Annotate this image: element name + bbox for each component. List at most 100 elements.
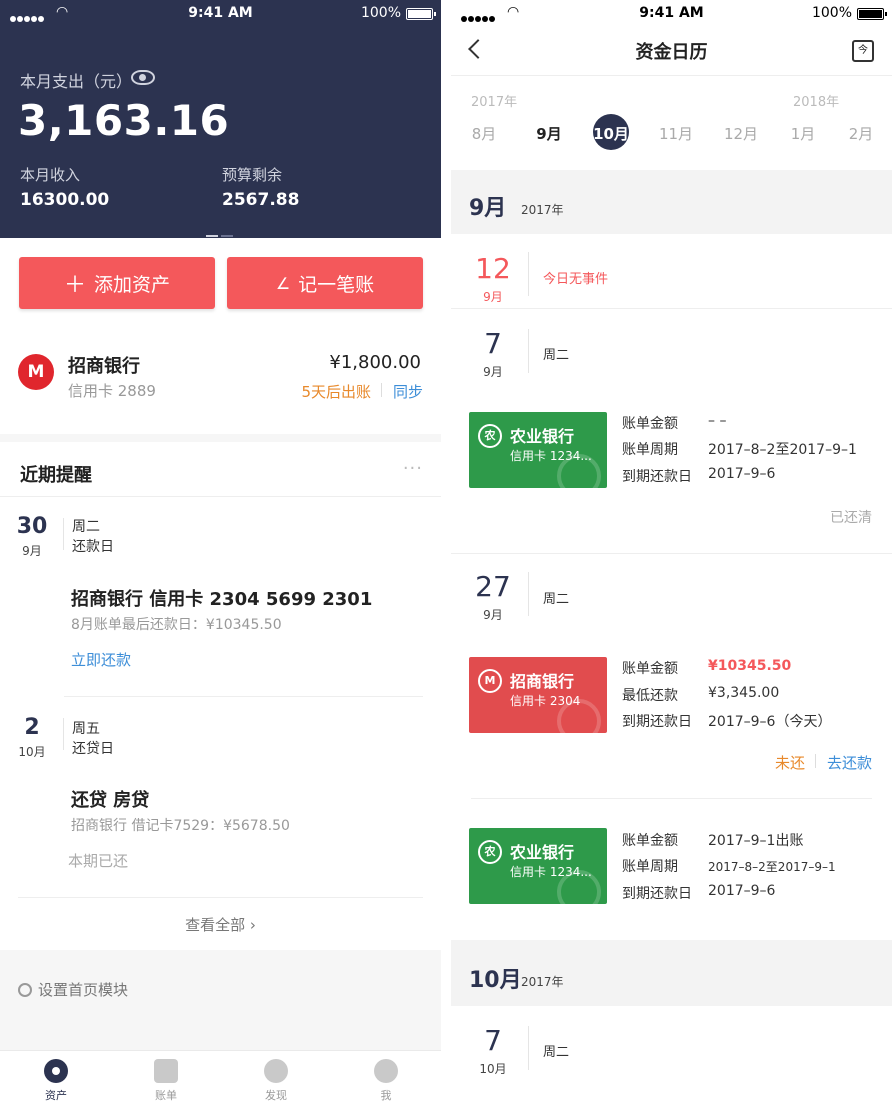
screen-divider [441, 0, 451, 1110]
card-bank-name: 农业银行 [510, 427, 575, 446]
bill-icon [154, 1059, 178, 1083]
bill-amount-label: 账单金额 [622, 416, 678, 432]
abc-logo-icon: 农 [478, 840, 502, 864]
day-month: 9月 [483, 290, 503, 304]
due-date-value: 2017–9–6 [708, 883, 776, 899]
month-tab[interactable]: 1月 [783, 123, 823, 144]
day-event-sep27: 27 9月 周二 M 招商银行 信用卡 2304 账单金额 ¥10345.50 … [451, 554, 892, 940]
day-event-today[interactable]: 12 9月 今日无事件 [451, 234, 892, 308]
min-payment-value: ¥3,345.00 [708, 685, 780, 701]
month-tab-selected[interactable]: 10月 [591, 123, 631, 144]
day-number: 27 [475, 570, 511, 603]
eye-icon[interactable] [131, 70, 155, 85]
fund-calendar-screen: ◠ 9:41 AM 100% 资金日历 今 2017年 2018年 8月 9月 … [451, 0, 892, 1110]
divider [528, 1026, 529, 1070]
day-weekday: 周二 [543, 1045, 570, 1060]
day-number: 12 [475, 252, 511, 285]
day-number: 7 [484, 1024, 502, 1057]
section-month: 10月 [469, 968, 522, 993]
plus-icon: ＋ [63, 273, 86, 298]
month-tab[interactable]: 12月 [721, 123, 761, 144]
day-month: 9月 [483, 365, 503, 379]
card-bank-name: 农业银行 [510, 843, 575, 862]
day-weekday: 周二 [543, 348, 570, 363]
view-all-link[interactable]: 查看全部 › [0, 914, 441, 935]
settings-home-module[interactable]: 设置首页模块 [18, 979, 128, 1000]
recent-reminders: 近期提醒 ··· 30 9月 周二 还款日 招商银行 信用卡 2304 5699… [0, 442, 441, 950]
budget-remaining-label: 预算剩余 [222, 166, 283, 184]
battery-percent: 100% [360, 5, 401, 21]
cmb-card[interactable]: M 招商银行 信用卡 2304 [469, 657, 607, 733]
month-tab[interactable]: 8月 [464, 123, 504, 144]
tab-discover[interactable]: 发现 [246, 1059, 306, 1103]
year-label: 2017年 [471, 95, 518, 110]
due-date-label: 到期还款日 [622, 714, 692, 730]
cmb-logo-icon: M [18, 354, 54, 390]
month-section-header: 10月 2017年 [451, 942, 892, 1006]
divider [528, 329, 529, 373]
bill-cycle-label: 账单周期 [622, 859, 678, 875]
bank-card-item[interactable]: M 招商银行 信用卡 2889 ¥1,800.00 5天后出账 同步 [0, 326, 441, 434]
month-tab[interactable]: 11月 [656, 123, 696, 144]
cmb-logo-icon: M [478, 669, 502, 693]
settings-label: 设置首页模块 [38, 981, 129, 999]
go-repay-link[interactable]: 去还款 [827, 752, 872, 773]
monthly-income-label: 本月收入 [20, 166, 81, 184]
reminders-title: 近期提醒 [20, 465, 92, 486]
monthly-spend-label: 本月支出（元） [20, 72, 133, 91]
tab-label: 我 [380, 1089, 392, 1102]
divider [381, 383, 382, 397]
card-info: 信用卡 2889 [68, 382, 156, 400]
repay-now-link[interactable]: 立即还款 [71, 649, 131, 670]
battery-icon [406, 8, 436, 20]
reminder-detail: 8月账单最后还款日：¥10345.50 [71, 617, 282, 633]
due-date-value: 2017–9–6 [708, 466, 776, 482]
add-asset-button[interactable]: ＋ 添加资产 [19, 257, 215, 309]
year-label: 2018年 [793, 95, 840, 110]
divider [64, 696, 423, 697]
compass-icon [264, 1059, 288, 1083]
assets-screen: ◠ 9:41 AM 100% 本月支出（元） 3,163.16 本月收入 163… [0, 0, 441, 1110]
bill-amount-value: ¥10345.50 [708, 658, 792, 674]
tab-me[interactable]: 我 [356, 1059, 416, 1103]
sync-link[interactable]: 同步 [393, 381, 423, 402]
divider [63, 518, 64, 550]
divider [471, 798, 872, 799]
abc-card[interactable]: 农 农业银行 信用卡 1234... [469, 412, 607, 488]
due-date-label: 到期还款日 [622, 469, 692, 485]
bill-cycle-label: 账单周期 [622, 442, 678, 458]
abc-logo-icon: 农 [478, 424, 502, 448]
record-entry-button[interactable]: ∠ 记一笔账 [227, 257, 423, 309]
month-tab[interactable]: 2月 [841, 123, 881, 144]
tab-bar: 资产 账单 发现 我 [0, 1050, 441, 1110]
tab-assets[interactable]: 资产 [26, 1059, 86, 1103]
divider [528, 572, 529, 616]
card-bank-name: 招商银行 [510, 672, 575, 691]
divider [0, 496, 441, 497]
abc-card[interactable]: 农 农业银行 信用卡 1234... [469, 828, 607, 904]
reminder-status: 本期已还 [68, 852, 129, 870]
bill-amount-label: 账单金额 [622, 661, 678, 677]
monthly-income-value: 16300.00 [20, 190, 110, 210]
bill-amount-label: 账单金额 [622, 833, 678, 849]
reminder-day: 30 [16, 514, 48, 539]
card-amount: ¥1,800.00 [329, 352, 421, 373]
section-month: 9月 [469, 196, 507, 221]
today-calendar-icon[interactable]: 今 [852, 40, 874, 62]
page-title: 资金日历 [635, 42, 708, 63]
section-year: 2017年 [521, 975, 564, 989]
day-number: 7 [484, 327, 502, 360]
tab-bills[interactable]: 账单 [136, 1059, 196, 1103]
status-bar: ◠ 9:41 AM 100% [0, 0, 441, 28]
tab-label: 资产 [45, 1089, 67, 1102]
reminder-detail: 招商银行 借记卡7529：¥5678.50 [71, 818, 290, 834]
reminder-month: 10月 [18, 745, 46, 759]
month-tab[interactable]: 9月 [529, 123, 569, 144]
gear-icon [18, 983, 32, 997]
day-month: 9月 [483, 608, 503, 622]
more-icon[interactable]: ··· [403, 458, 423, 479]
watermark-logo [557, 454, 601, 488]
summary-header: ◠ 9:41 AM 100% 本月支出（元） 3,163.16 本月收入 163… [0, 0, 441, 238]
bill-cycle-value: 2017–8–2至2017–9–1 [708, 442, 857, 458]
add-asset-label: 添加资产 [94, 273, 171, 296]
